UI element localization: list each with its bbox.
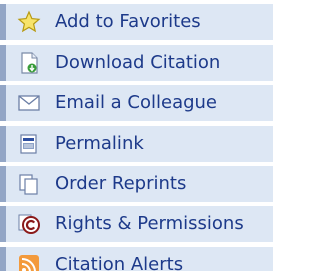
star-icon	[15, 8, 43, 36]
menu-item-label: Order Reprints	[55, 173, 187, 194]
reprints-icon	[15, 170, 43, 198]
permalink-icon	[15, 130, 43, 158]
envelope-icon	[15, 89, 43, 117]
download-citation-icon	[15, 49, 43, 77]
menu-item-label: Download Citation	[55, 52, 221, 73]
menu-item-email-a-colleague[interactable]: Email a Colleague	[0, 85, 273, 121]
menu-item-label: Email a Colleague	[55, 92, 218, 113]
menu-item-order-reprints[interactable]: Order Reprints	[0, 166, 273, 202]
menu-item-label: Rights & Permissions	[55, 213, 244, 234]
menu-item-download-citation[interactable]: Download Citation	[0, 45, 273, 81]
article-tools-menu: Add to Favorites Download Citation Email…	[0, 0, 273, 271]
menu-item-citation-alerts[interactable]: Citation Alerts	[0, 247, 273, 271]
copyright-icon	[15, 210, 43, 238]
rss-alert-icon	[15, 251, 43, 271]
menu-item-permalink[interactable]: Permalink	[0, 126, 273, 162]
menu-item-add-to-favorites[interactable]: Add to Favorites	[0, 4, 273, 40]
menu-item-label: Add to Favorites	[55, 11, 201, 32]
menu-item-rights-permissions[interactable]: Rights & Permissions	[0, 206, 273, 242]
menu-item-label: Citation Alerts	[55, 254, 184, 271]
menu-item-label: Permalink	[55, 133, 144, 154]
